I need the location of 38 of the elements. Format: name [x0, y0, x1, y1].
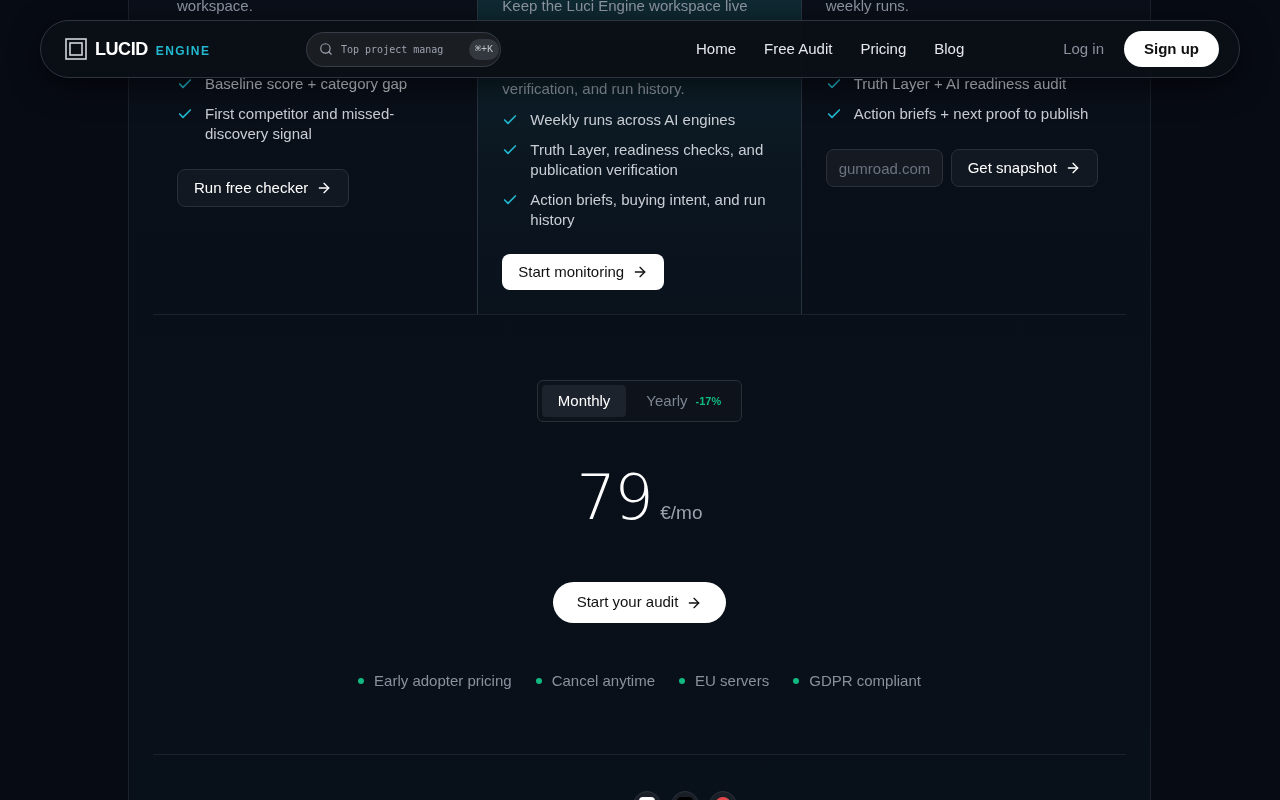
perk-text: EU servers	[695, 671, 770, 691]
search-icon	[319, 42, 333, 56]
start-monitoring-button[interactable]: Start monitoring	[502, 254, 665, 290]
price-unit: €/mo	[660, 501, 703, 525]
search-field[interactable]: Top project manag	[341, 41, 461, 57]
nav-link[interactable]: Pricing	[860, 37, 907, 61]
shortcut-key: ⌘+K	[469, 38, 500, 60]
feature-text: Weekly runs across AI engines	[530, 110, 736, 130]
nav-link[interactable]: Free Audit	[764, 37, 833, 61]
feature-text: Truth Layer + AI readiness audit	[853, 74, 1067, 94]
logo-text: LUCID	[95, 37, 148, 61]
nav-link[interactable]: Home	[696, 37, 736, 61]
feature-text: Action briefs + next proof to publish	[853, 104, 1089, 124]
billing-tab[interactable]: Yearly -17%	[630, 385, 738, 417]
feature-text: Action briefs, buying intent, and run history	[530, 190, 767, 230]
feature-text: Baseline score + category gap	[205, 74, 408, 94]
plan-description: Keep the Luci Engine workspace live	[502, 0, 749, 16]
nav-link[interactable]: Blog	[934, 37, 965, 61]
feature-text: First competitor and missed-discovery signal	[205, 104, 396, 144]
get-snapshot-button[interactable]: Get snapshot	[950, 149, 1098, 187]
logo-subtext: ENGINE	[155, 43, 211, 60]
price-amount: 79	[576, 462, 653, 534]
run-checker-button[interactable]: Run free checker	[177, 169, 350, 207]
perk-text: Early adopter pricing	[374, 671, 512, 691]
plan-description: weekly runs.	[825, 0, 911, 16]
perk-text: GDPR compliant	[809, 671, 921, 691]
start-audit-button[interactable]: Start your audit	[552, 582, 727, 623]
login-link[interactable]: Log in	[1063, 37, 1104, 61]
discount-label: -17%	[695, 393, 722, 409]
signup-button[interactable]: Sign up	[1124, 31, 1219, 67]
plan-description: verification, and run history.	[502, 79, 686, 99]
search-bar[interactable]: Top project manag ⌘+K	[306, 31, 501, 67]
logo-icon	[65, 38, 87, 60]
perk-text: Cancel anytime	[551, 671, 656, 691]
plan-description: workspace.	[177, 0, 254, 16]
billing-tab[interactable]: Monthly	[541, 385, 627, 417]
domain-input-field[interactable]: gumroad.com	[825, 149, 943, 187]
feature-text: Truth Layer, readiness checks, and publication verification	[530, 140, 765, 180]
